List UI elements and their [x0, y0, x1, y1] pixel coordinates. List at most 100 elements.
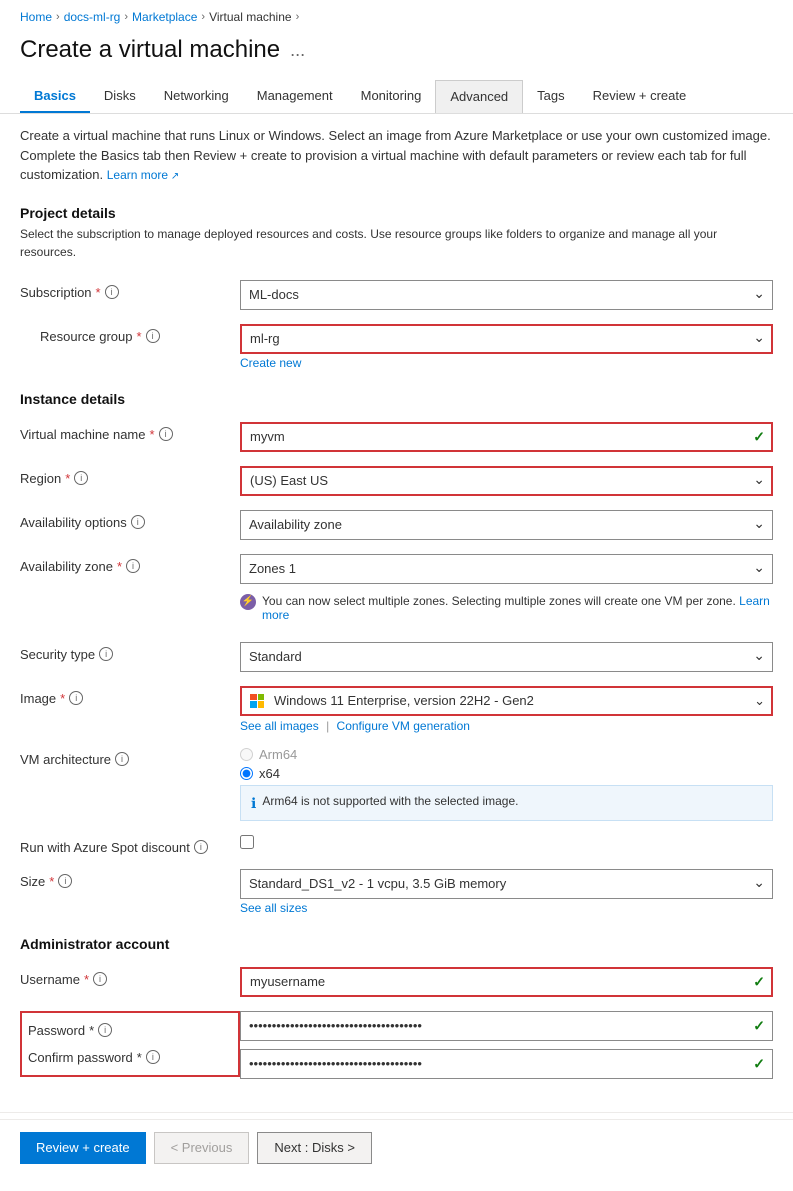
security-type-info-icon[interactable]: i	[99, 647, 113, 661]
size-info-icon[interactable]: i	[58, 874, 72, 888]
arch-x64-radio[interactable]	[240, 767, 253, 780]
resource-group-label: Resource group * i	[20, 324, 240, 344]
security-type-label: Security type i	[20, 642, 240, 662]
region-select[interactable]: (US) East US	[240, 466, 773, 496]
tab-review-create[interactable]: Review + create	[579, 80, 701, 113]
security-type-select[interactable]: Standard	[240, 642, 773, 672]
tab-monitoring[interactable]: Monitoring	[347, 80, 436, 113]
resource-group-select[interactable]: ml-rg	[240, 324, 773, 354]
avail-options-info-icon[interactable]: i	[131, 515, 145, 529]
resource-group-row: Resource group * i ml-rg Create new	[20, 317, 773, 377]
spot-info-icon[interactable]: i	[194, 840, 208, 854]
vm-name-info-icon[interactable]: i	[159, 427, 173, 441]
rg-info-icon[interactable]: i	[146, 329, 160, 343]
availability-zone-label: Availability zone * i	[20, 554, 240, 574]
confirm-password-label-row: Confirm password * i	[28, 1044, 232, 1071]
learn-more-link-desc[interactable]: Learn more	[107, 168, 180, 182]
az-required: *	[117, 559, 122, 574]
create-new-rg-link[interactable]: Create new	[240, 356, 773, 370]
password-info-icon[interactable]: i	[98, 1023, 112, 1037]
instance-details-section: Instance details	[0, 383, 793, 415]
confirm-password-check-icon: ✓	[753, 1055, 765, 1072]
zones-icon: ⚡	[240, 594, 256, 610]
image-value-text: Windows 11 Enterprise, version 22H2 - Ge…	[274, 693, 534, 708]
bottom-bar: Review + create < Previous Next : Disks …	[0, 1119, 793, 1176]
arch-info-message: ℹ Arm64 is not supported with the select…	[240, 785, 773, 821]
vm-arch-radio-group: Arm64 x64	[240, 747, 773, 781]
region-info-icon[interactable]: i	[74, 471, 88, 485]
subscription-select[interactable]: ML-docs	[240, 280, 773, 310]
username-info-icon[interactable]: i	[93, 972, 107, 986]
breadcrumb-marketplace[interactable]: Marketplace	[132, 10, 197, 24]
tab-disks[interactable]: Disks	[90, 80, 150, 113]
breadcrumb-sep3: ›	[201, 11, 205, 23]
password-input-wrapper: ✓	[240, 1011, 773, 1041]
confirm-password-input[interactable]	[240, 1049, 773, 1079]
see-all-images-link[interactable]: See all images	[240, 719, 319, 733]
vm-name-required: *	[150, 427, 155, 442]
review-create-button[interactable]: Review + create	[20, 1132, 146, 1164]
password-label-box: Password * i Confirm password * i	[20, 1011, 240, 1077]
arch-arm64-radio[interactable]	[240, 748, 253, 761]
password-label-text: Password	[28, 1023, 85, 1038]
arch-arm64-option[interactable]: Arm64	[240, 747, 773, 762]
confirm-password-info-icon[interactable]: i	[146, 1050, 160, 1064]
previous-button[interactable]: < Previous	[154, 1132, 250, 1164]
vm-name-input[interactable]	[240, 422, 773, 452]
configure-vm-gen-link[interactable]: Configure VM generation	[337, 719, 470, 733]
username-control: ✓	[240, 967, 773, 997]
subscription-row: Subscription * i ML-docs	[20, 273, 773, 317]
breadcrumb-home[interactable]: Home	[20, 10, 52, 24]
security-type-row: Security type i Standard	[20, 635, 773, 679]
image-label: Image * i	[20, 686, 240, 706]
breadcrumb-sep4: ›	[296, 11, 300, 23]
availability-options-control: Availability zone	[240, 510, 773, 540]
subscription-required: *	[96, 285, 101, 300]
subscription-select-wrapper: ML-docs	[240, 280, 773, 310]
tab-networking[interactable]: Networking	[150, 80, 243, 113]
confirm-password-required: *	[137, 1050, 142, 1065]
tabs: Basics Disks Networking Management Monit…	[0, 80, 793, 114]
password-input[interactable]	[240, 1011, 773, 1041]
vm-arch-info-icon[interactable]: i	[115, 752, 129, 766]
bottom-divider	[0, 1112, 793, 1113]
tab-tags[interactable]: Tags	[523, 80, 578, 113]
see-all-sizes-link[interactable]: See all sizes	[240, 901, 773, 915]
region-row: Region * i (US) East US	[20, 459, 773, 503]
spot-label: Run with Azure Spot discount i	[20, 835, 240, 855]
next-button[interactable]: Next : Disks >	[257, 1132, 372, 1164]
availability-zone-select[interactable]: Zones 1	[240, 554, 773, 584]
breadcrumb-sep1: ›	[56, 11, 60, 23]
breadcrumb-rg[interactable]: docs-ml-rg	[64, 10, 121, 24]
spot-checkbox[interactable]	[240, 835, 254, 849]
size-select-wrapper: Standard_DS1_v2 - 1 vcpu, 3.5 GiB memory	[240, 869, 773, 899]
password-inputs-group: ✓ ✓	[240, 1011, 773, 1079]
subscription-info-icon[interactable]: i	[105, 285, 119, 299]
username-input[interactable]	[240, 967, 773, 997]
rg-required: *	[137, 329, 142, 344]
tab-advanced[interactable]: Advanced	[435, 80, 523, 113]
password-label-group: Password * i Confirm password * i	[20, 1011, 240, 1077]
page-more-button[interactable]: ...	[290, 40, 305, 61]
image-select-wrapper: Windows 11 Enterprise, version 22H2 - Ge…	[240, 686, 773, 716]
vm-name-check-icon: ✓	[753, 428, 765, 445]
description: Create a virtual machine that runs Linux…	[0, 114, 793, 197]
security-type-select-wrapper: Standard	[240, 642, 773, 672]
tab-basics[interactable]: Basics	[20, 80, 90, 113]
vm-name-label: Virtual machine name * i	[20, 422, 240, 442]
vm-arch-label: VM architecture i	[20, 747, 240, 767]
image-dropdown-arrow: ⌄	[754, 693, 765, 709]
vm-name-row: Virtual machine name * i ✓	[20, 415, 773, 459]
image-info-icon[interactable]: i	[69, 691, 83, 705]
region-required: *	[65, 471, 70, 486]
tab-management[interactable]: Management	[243, 80, 347, 113]
availability-options-select[interactable]: Availability zone	[240, 510, 773, 540]
arch-x64-option[interactable]: x64	[240, 766, 773, 781]
confirm-password-label-text: Confirm password	[28, 1050, 133, 1065]
az-info-icon[interactable]: i	[126, 559, 140, 573]
size-select[interactable]: Standard_DS1_v2 - 1 vcpu, 3.5 GiB memory	[240, 869, 773, 899]
size-label: Size * i	[20, 869, 240, 889]
image-select-display[interactable]: Windows 11 Enterprise, version 22H2 - Ge…	[240, 686, 773, 716]
arch-info-text: Arm64 is not supported with the selected…	[262, 794, 518, 808]
vm-arch-row: VM architecture i Arm64 x64 ℹ Arm64 i	[20, 740, 773, 828]
